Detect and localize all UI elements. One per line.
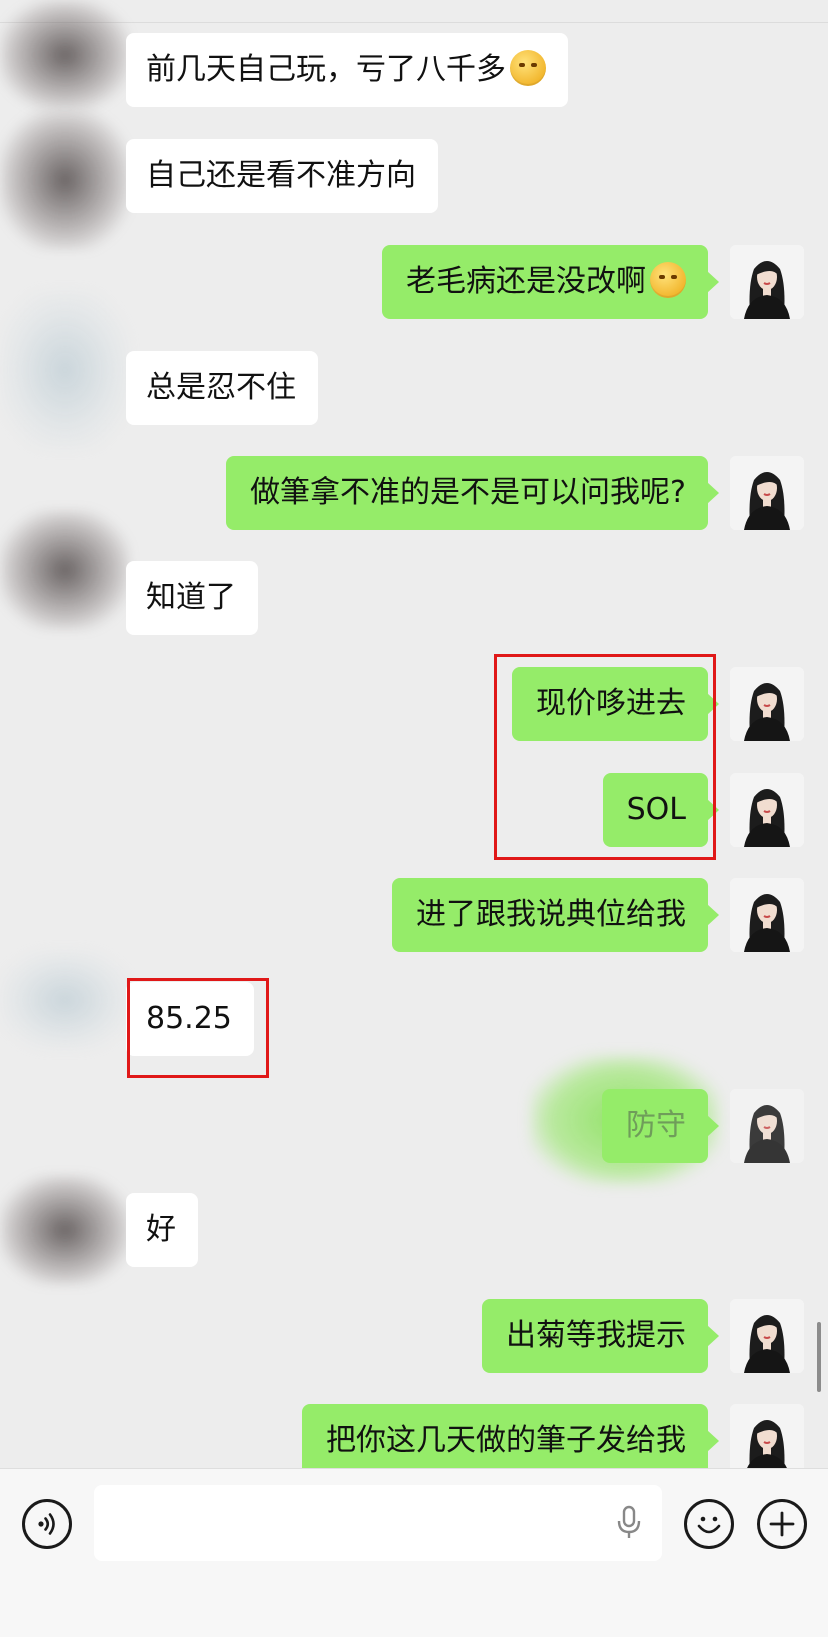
- plus-icon[interactable]: [757, 1499, 807, 1549]
- frowning-face-icon: [510, 49, 546, 86]
- message-bubble-outgoing[interactable]: 老毛病还是没改啊: [382, 245, 719, 319]
- blurred-avatar: [0, 510, 130, 630]
- blurred-avatar: [0, 0, 130, 110]
- avatar[interactable]: [730, 1299, 804, 1373]
- message-bubble-incoming[interactable]: 知道了: [126, 561, 258, 635]
- add-icon: [769, 1511, 795, 1537]
- woman-portrait-icon: [730, 1299, 804, 1373]
- highlight-box: [127, 978, 269, 1078]
- avatar[interactable]: [730, 1089, 804, 1163]
- message-text: 做筆拿不准的是不是可以问我呢?: [250, 475, 686, 510]
- emoji-icon[interactable]: [684, 1499, 734, 1549]
- scrollbar[interactable]: [817, 1322, 821, 1392]
- woman-portrait-icon: [730, 1089, 804, 1163]
- message-bubble-incoming[interactable]: 总是忍不住: [126, 351, 318, 425]
- chat-area[interactable]: 前几天自己玩，亏了八千多 自己还是看不准方向 老毛病还是没改啊 总是忍不住 做筆…: [0, 0, 828, 1468]
- message-bubble-outgoing[interactable]: 进了跟我说典位给我: [392, 878, 719, 952]
- message-bubble-outgoing[interactable]: 出菊等我提示: [482, 1299, 719, 1373]
- message-bubble-incoming[interactable]: 好: [126, 1193, 198, 1267]
- message-bubble-outgoing[interactable]: 防守: [602, 1089, 719, 1163]
- avatar[interactable]: [730, 667, 804, 741]
- woman-portrait-icon: [730, 667, 804, 741]
- message-text: 出菊等我提示: [506, 1318, 686, 1353]
- avatar[interactable]: [730, 878, 804, 952]
- smiley-face-icon: [697, 1516, 721, 1534]
- woman-portrait-icon: [730, 456, 804, 530]
- microphone-icon[interactable]: [614, 1505, 644, 1541]
- message-text: 自己还是看不准方向: [146, 158, 416, 193]
- avatar[interactable]: [730, 456, 804, 530]
- blurred-avatar: [0, 950, 130, 1050]
- woman-portrait-icon: [730, 1404, 804, 1468]
- message-text: 总是忍不住: [146, 370, 296, 405]
- message-text: 把你这几天做的筆子发给我: [326, 1423, 686, 1458]
- highlight-box: [494, 654, 716, 860]
- woman-portrait-icon: [730, 245, 804, 319]
- avatar[interactable]: [730, 245, 804, 319]
- message-text: 老毛病还是没改啊: [406, 264, 646, 299]
- message-text: 前几天自己玩，亏了八千多: [146, 52, 506, 87]
- voice-waves-icon: [38, 1513, 55, 1535]
- avatar[interactable]: [730, 1404, 804, 1468]
- woman-portrait-icon: [730, 878, 804, 952]
- message-text: 好: [146, 1212, 176, 1247]
- voice-icon[interactable]: [22, 1499, 72, 1549]
- avatar[interactable]: [730, 773, 804, 847]
- message-bubble-incoming[interactable]: 前几天自己玩，亏了八千多: [126, 33, 568, 107]
- woman-portrait-icon: [730, 773, 804, 847]
- message-bubble-outgoing[interactable]: 把你这几天做的筆子发给我: [302, 1404, 719, 1468]
- input-bar: [0, 1468, 828, 1637]
- blurred-avatar: [0, 110, 130, 250]
- message-bubble-incoming[interactable]: 自己还是看不准方向: [126, 139, 438, 213]
- blurred-avatar: [0, 1175, 130, 1285]
- blurred-avatar: [0, 290, 130, 450]
- message-text: 防守: [626, 1108, 686, 1143]
- message-bubble-outgoing[interactable]: 做筆拿不准的是不是可以问我呢?: [226, 456, 719, 530]
- sick-face-icon: [650, 261, 686, 298]
- message-input[interactable]: [94, 1485, 662, 1561]
- message-text: 知道了: [146, 580, 236, 615]
- message-text: 进了跟我说典位给我: [416, 897, 686, 932]
